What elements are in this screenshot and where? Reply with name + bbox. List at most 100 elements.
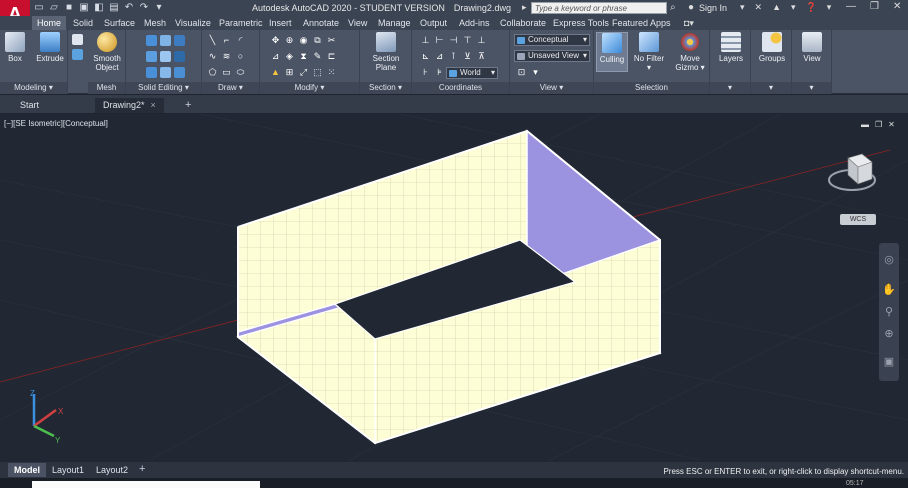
steering-wheel-icon[interactable]: ◎ <box>882 253 896 267</box>
ucs-origin-icon[interactable]: ⊢ <box>434 35 445 46</box>
line-icon[interactable]: ╲ <box>207 35 218 46</box>
model-space-canvas[interactable] <box>0 114 908 462</box>
offset-icon[interactable]: ⊏ <box>326 51 337 62</box>
visual-style-dropdown[interactable]: Conceptual <box>514 34 590 46</box>
restore-icon[interactable]: ❐ <box>870 1 879 12</box>
spline-icon[interactable]: ∿ <box>207 51 218 62</box>
minimize-icon[interactable]: — <box>846 1 856 12</box>
polygon-icon[interactable]: ⬠ <box>207 67 218 78</box>
mesh-panel-label[interactable]: Mesh <box>88 82 125 94</box>
named-view-dropdown[interactable]: Unsaved View <box>514 50 590 62</box>
interfere-icon[interactable] <box>160 51 171 62</box>
ellipse-icon[interactable]: ⬭ <box>235 67 246 78</box>
helix-icon[interactable]: ≋ <box>221 51 232 62</box>
tab-parametric[interactable]: Parametric <box>214 16 268 30</box>
drawing-viewport[interactable] <box>0 114 908 462</box>
box-button[interactable]: Box <box>3 32 27 63</box>
tab-annotate[interactable]: Annotate <box>298 16 344 30</box>
layout-tab-layout2[interactable]: Layout2 <box>90 463 134 477</box>
help-dropdown-icon[interactable]: ▾ <box>827 2 832 13</box>
ucs-view-icon[interactable]: ⊺ <box>448 51 459 62</box>
dropdown-small-icon[interactable]: ▾ <box>530 67 541 78</box>
command-line-input[interactable] <box>32 481 260 488</box>
layout-tab-layout1[interactable]: Layout1 <box>46 463 90 477</box>
tab-view[interactable]: View <box>343 16 372 30</box>
tab-featured-apps[interactable]: Featured Apps <box>607 16 676 30</box>
viewport-close-icon[interactable]: ✕ <box>888 120 895 129</box>
polysolid-icon[interactable] <box>72 34 83 45</box>
save-icon[interactable]: ■ <box>63 2 75 13</box>
add-layout-button[interactable]: + <box>139 463 145 475</box>
smooth-object-button[interactable]: Smooth Object <box>90 32 124 72</box>
union-icon[interactable] <box>146 35 157 46</box>
layers-button[interactable]: Layers <box>713 32 749 63</box>
close-tab-icon[interactable]: × <box>151 100 156 110</box>
showmotion-icon[interactable]: ▣ <box>882 355 896 369</box>
ribbon-toggle-icon[interactable]: ◘▾ <box>684 18 694 29</box>
wcs-menu-button[interactable]: WCS <box>840 214 876 225</box>
viewport-controls-label[interactable]: [−][SE Isometric][Conceptual] <box>4 119 108 128</box>
app-store-icon[interactable]: ✕ <box>755 2 763 13</box>
dropdown-arrow-icon[interactable]: ▾ <box>740 2 745 13</box>
fillet-edge-icon[interactable] <box>174 51 185 62</box>
stretch-icon[interactable]: ⬚ <box>312 67 323 78</box>
tab-surface[interactable]: Surface <box>99 16 140 30</box>
new-file-icon[interactable]: ▭ <box>33 2 45 13</box>
viewport-config-icon[interactable]: ⊡ <box>516 67 527 78</box>
tab-insert[interactable]: Insert <box>264 16 297 30</box>
help-icon[interactable]: ❓ <box>806 2 817 13</box>
save-as-icon[interactable]: ▣ <box>78 2 90 13</box>
search-input[interactable]: Type a keyword or phrase <box>531 2 667 14</box>
search-arrow-icon[interactable]: ▸ <box>522 2 527 13</box>
separate-icon[interactable] <box>160 67 171 78</box>
autodesk-a360-icon[interactable]: ▲ <box>772 2 781 13</box>
trim-icon[interactable]: ✂ <box>326 35 337 46</box>
ucs-face-icon[interactable]: ⊾ <box>420 51 431 62</box>
layers-panel-expand[interactable]: ▾ <box>710 82 750 94</box>
tab-home[interactable]: Home <box>32 16 67 30</box>
presspull-icon[interactable] <box>72 49 83 60</box>
customize-qat-icon[interactable]: ▾ <box>153 2 165 13</box>
section-plane-button[interactable]: Section Plane <box>366 32 406 72</box>
view-right-panel-expand[interactable]: ▾ <box>792 82 831 94</box>
plot-icon[interactable]: ▤ <box>108 2 120 13</box>
ucs-3point-icon[interactable]: ⊣ <box>448 35 459 46</box>
extract-edges-icon[interactable] <box>146 67 157 78</box>
view-button[interactable]: View <box>795 32 829 63</box>
align-icon[interactable]: ⊿ <box>270 51 281 62</box>
ucs-icon-button[interactable]: ⊥ <box>420 35 431 46</box>
move-gizmo-button[interactable]: Move Gizmo ▾ <box>674 32 706 72</box>
dropdown-arrow-icon-2[interactable]: ▾ <box>791 2 796 13</box>
modeling-panel-label[interactable]: Modeling ▾ <box>0 82 67 94</box>
erase-icon[interactable]: ✎ <box>312 51 323 62</box>
no-filter-button[interactable]: No Filter ▾ <box>632 32 666 72</box>
coordinates-panel-label[interactable]: Coordinates <box>412 82 509 94</box>
arc-icon[interactable]: ◜ <box>235 35 246 46</box>
3d-rotate-icon[interactable]: ◉ <box>298 35 309 46</box>
3d-mirror-icon[interactable]: ▲ <box>270 67 281 78</box>
groups-button[interactable]: Groups <box>754 32 790 63</box>
subtract-icon[interactable] <box>160 35 171 46</box>
viewport-restore-icon[interactable]: ❐ <box>875 120 882 129</box>
3d-align-icon[interactable]: ◈ <box>284 51 295 62</box>
open-file-icon[interactable]: ▱ <box>48 2 60 13</box>
ucs-y-icon[interactable]: ⊥ <box>476 35 487 46</box>
modify-panel-label[interactable]: Modify ▾ <box>260 82 359 94</box>
tab-mesh[interactable]: Mesh <box>139 16 171 30</box>
ucs-world-icon[interactable]: ⊼ <box>476 51 487 62</box>
redo-icon[interactable]: ↷ <box>138 2 150 13</box>
orbit-icon[interactable]: ⊕ <box>882 327 896 341</box>
rectangle-icon[interactable]: ▭ <box>221 67 232 78</box>
scale-icon[interactable]: ⤢ <box>298 67 309 78</box>
undo-icon[interactable]: ↶ <box>123 2 135 13</box>
shell-icon[interactable] <box>174 67 185 78</box>
tab-output[interactable]: Output <box>415 16 452 30</box>
viewcube[interactable] <box>828 150 880 198</box>
ucs-z-icon[interactable]: ⊻ <box>462 51 473 62</box>
tab-manage[interactable]: Manage <box>373 16 416 30</box>
polyline-icon[interactable]: ⌐ <box>221 35 232 46</box>
copy-icon[interactable]: ⧉ <box>312 35 323 46</box>
coordinate-system-dropdown[interactable]: World <box>446 67 498 79</box>
ucs-previous-icon[interactable]: ⊦ <box>420 67 431 78</box>
web-mobile-icon[interactable]: ◧ <box>93 2 105 13</box>
